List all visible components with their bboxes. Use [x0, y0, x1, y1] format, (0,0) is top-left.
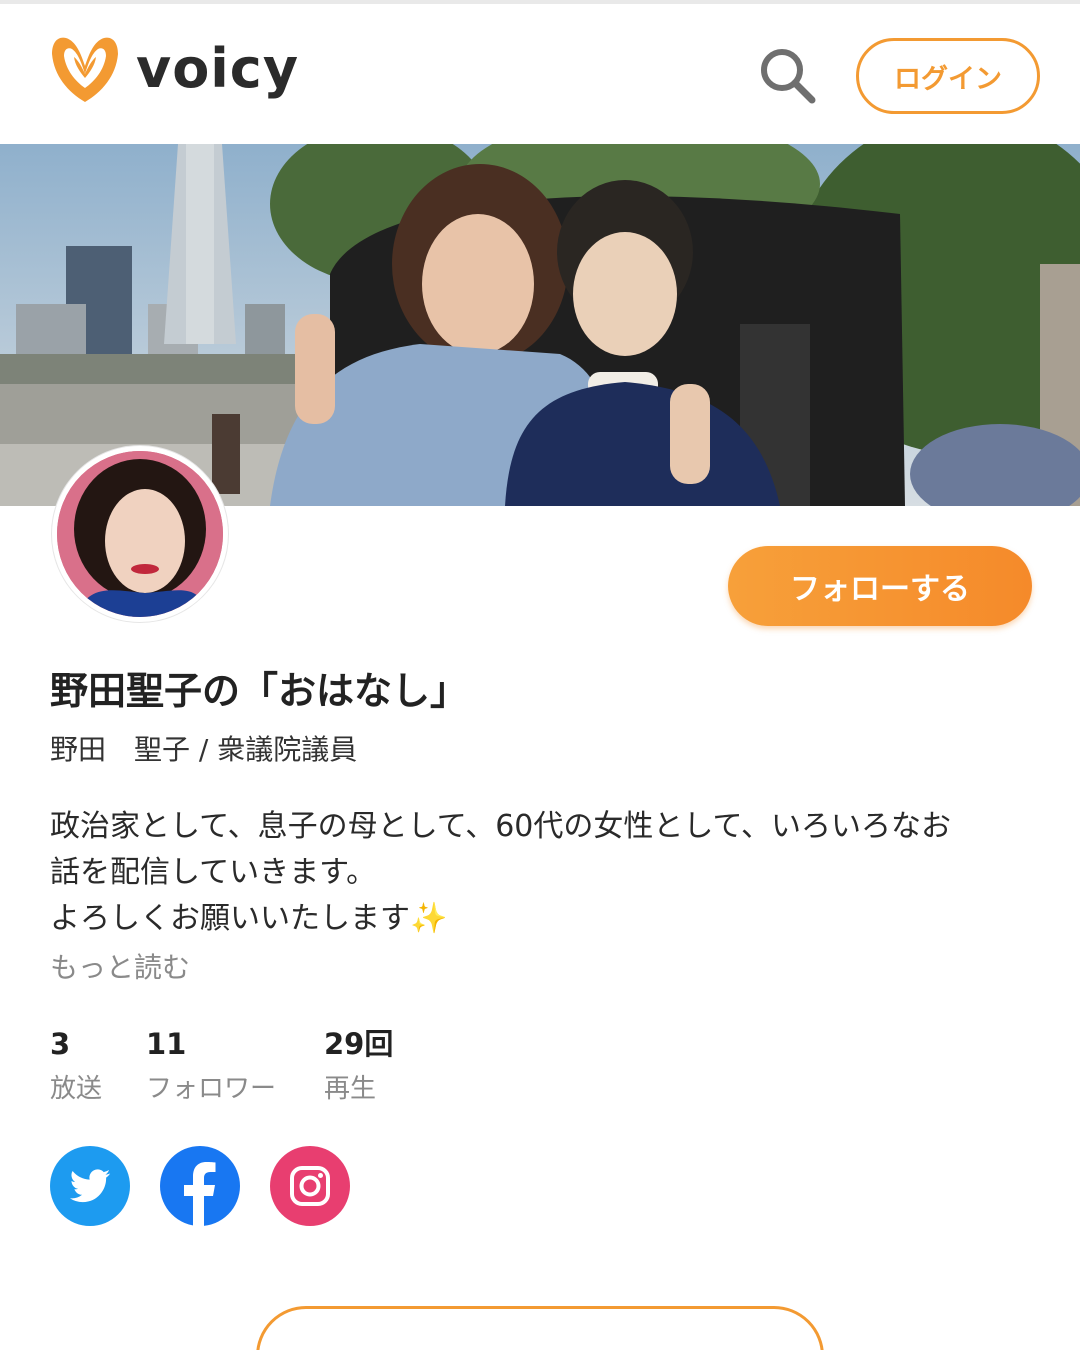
facebook-icon	[184, 1162, 216, 1226]
facebook-link[interactable]	[160, 1146, 240, 1226]
stat-label: 放送	[50, 1074, 103, 1104]
search-icon	[761, 49, 816, 104]
stat-followers[interactable]: 11 フォロワー	[146, 1026, 276, 1105]
twitter-link[interactable]	[50, 1146, 130, 1226]
channel-author: 野田 聖子 / 衆議院議員	[50, 733, 358, 766]
channel-avatar	[52, 446, 228, 622]
stat-broadcasts: 3 放送	[50, 1026, 102, 1105]
login-button[interactable]: ログイン	[856, 38, 1040, 114]
stat-value: 11	[146, 1027, 187, 1061]
twitter-icon	[69, 1169, 111, 1203]
search-button[interactable]	[756, 44, 820, 108]
site-header: voicy ログイン	[0, 4, 1080, 142]
voicy-logo[interactable]: voicy	[48, 32, 299, 106]
voicy-logo-icon	[52, 37, 118, 102]
bottom-action-button[interactable]	[256, 1306, 824, 1350]
stat-value: 29回	[324, 1027, 394, 1061]
instagram-icon	[290, 1166, 330, 1206]
instagram-link[interactable]	[270, 1146, 350, 1226]
description-line: 政治家として、息子の母として、60代の女性として、いろいろなお	[50, 809, 951, 844]
read-more-link[interactable]: もっと読む	[50, 946, 190, 986]
follow-button[interactable]: フォローする	[728, 546, 1032, 626]
stat-label: フォロワー	[146, 1074, 277, 1104]
stat-plays: 29回 再生	[324, 1026, 393, 1105]
description-line: よろしくお願いいたします✨	[50, 901, 448, 936]
channel-title: 野田聖子の「おはなし」	[50, 669, 469, 713]
stat-label: 再生	[324, 1074, 377, 1104]
channel-description: 政治家として、息子の母として、60代の女性として、いろいろなお 話を配信していき…	[50, 804, 1040, 942]
stat-value: 3	[50, 1027, 71, 1061]
description-line: 話を配信していきます。	[50, 855, 377, 890]
logo-text: voicy	[136, 37, 300, 100]
